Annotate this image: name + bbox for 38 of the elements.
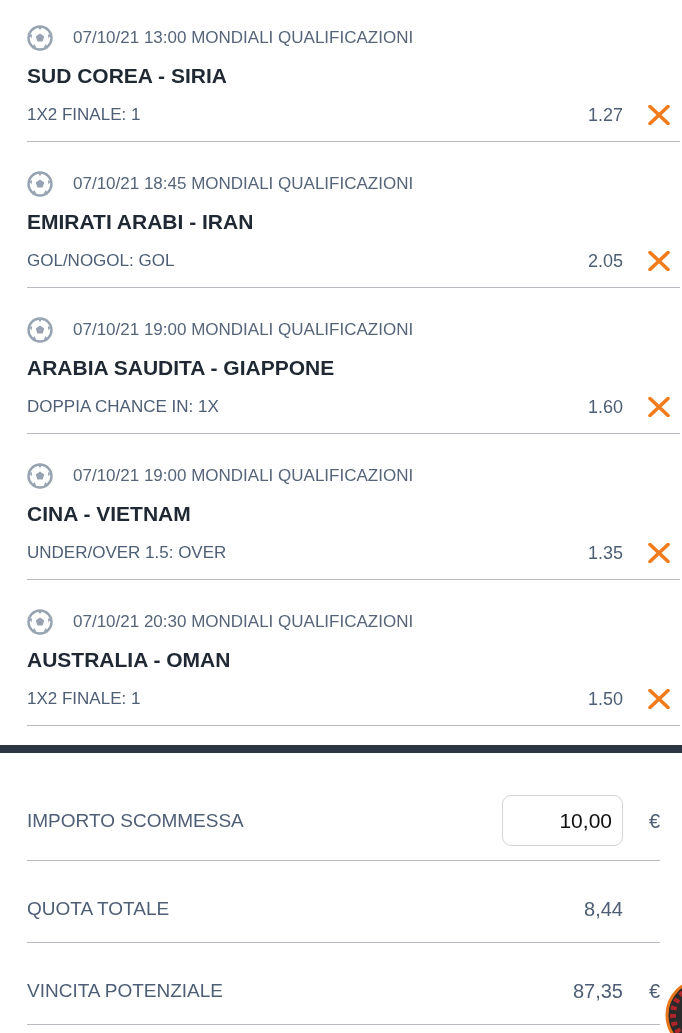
summary-value: 8,44 xyxy=(584,897,623,922)
stake-input[interactable]: 10,00 xyxy=(502,795,623,846)
soccer-ball-icon xyxy=(27,463,53,489)
event-info: 07/10/21 13:00 MONDIALI QUALIFICAZIONI xyxy=(73,28,414,48)
bet-odds: 1.50 xyxy=(587,688,623,710)
event-info: 07/10/21 18:45 MONDIALI QUALIFICAZIONI xyxy=(73,174,414,194)
match-title: AUSTRALIA - OMAN xyxy=(27,647,232,673)
currency-symbol: € xyxy=(648,979,660,1004)
currency-symbol: € xyxy=(648,808,660,834)
summary-value: 87,35 xyxy=(572,979,623,1004)
summary-label: VINCITA POTENZIALE xyxy=(27,979,225,1003)
bet-odds: 1.27 xyxy=(587,104,623,126)
match-title: ARABIA SAUDITA - GIAPPONE xyxy=(27,355,336,381)
event-info: 07/10/21 20:30 MONDIALI QUALIFICAZIONI xyxy=(73,612,414,632)
soccer-ball-icon xyxy=(27,25,53,51)
match-title: SUD COREA - SIRIA xyxy=(27,63,228,89)
event-info: 07/10/21 19:00 MONDIALI QUALIFICAZIONI xyxy=(73,466,414,486)
close-icon[interactable] xyxy=(648,251,670,271)
bet-market: 1X2 FINALE: 1 xyxy=(27,105,142,125)
soccer-ball-icon xyxy=(27,171,53,197)
summary-label: IMPORTO SCOMMESSA xyxy=(27,808,245,833)
soccer-ball-icon xyxy=(27,317,53,343)
soccer-ball-icon xyxy=(27,609,53,635)
bet-market: UNDER/OVER 1.5: OVER xyxy=(27,543,228,563)
bet-market: 1X2 FINALE: 1 xyxy=(27,689,142,709)
close-icon[interactable] xyxy=(648,397,670,417)
close-icon[interactable] xyxy=(648,543,670,563)
bet-odds: 1.60 xyxy=(587,396,623,418)
close-icon[interactable] xyxy=(648,689,670,709)
bet-market: DOPPIA CHANCE IN: 1X xyxy=(27,397,220,417)
close-icon[interactable] xyxy=(648,105,670,125)
event-info: 07/10/21 19:00 MONDIALI QUALIFICAZIONI xyxy=(73,320,414,340)
summary-label: QUOTA TOTALE xyxy=(27,897,171,921)
bet-odds: 2.05 xyxy=(587,250,623,272)
bet-market: GOL/NOGOL: GOL xyxy=(27,251,176,271)
match-title: CINA - VIETNAM xyxy=(27,501,192,527)
bet-odds: 1.35 xyxy=(587,542,623,564)
match-title: EMIRATI ARABI - IRAN xyxy=(27,209,255,235)
